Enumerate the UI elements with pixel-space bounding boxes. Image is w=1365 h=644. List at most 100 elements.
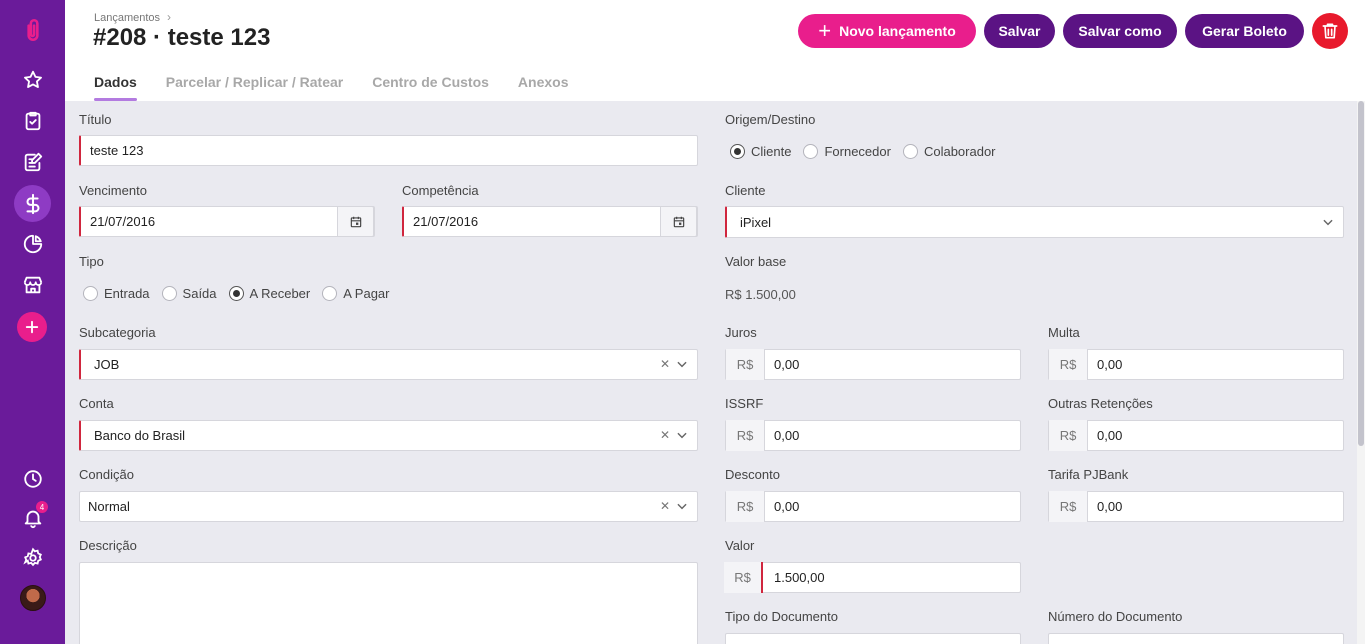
- valor-label: Valor: [725, 538, 755, 553]
- calendar-icon: [673, 216, 684, 227]
- gear-icon[interactable]: [14, 539, 51, 576]
- tab-dados[interactable]: Dados: [94, 74, 137, 101]
- tipo-documento-label: Tipo do Documento: [725, 609, 838, 624]
- tipo-a-receber-radio[interactable]: A Receber: [228, 286, 310, 301]
- outras-retencoes-value: 0,00: [1097, 428, 1123, 443]
- desconto-label: Desconto: [725, 467, 780, 482]
- tab-centro-de-custos[interactable]: Centro de Custos: [372, 74, 489, 101]
- issrf-label: ISSRF: [725, 396, 764, 411]
- currency-prefix: R$: [726, 420, 765, 451]
- titulo-label: Título: [79, 112, 112, 127]
- issrf-value: 0,00: [774, 428, 800, 443]
- subcategoria-label: Subcategoria: [79, 325, 156, 340]
- numero-documento-label: Número do Documento: [1048, 609, 1183, 624]
- bell-icon[interactable]: 4: [14, 499, 51, 536]
- origem-colaborador-radio[interactable]: Colaborador: [902, 144, 996, 159]
- multa-value: 0,00: [1097, 357, 1123, 372]
- conta-value: Banco do Brasil: [94, 428, 186, 443]
- tab-parcelar[interactable]: Parcelar / Replicar / Ratear: [166, 74, 343, 101]
- vencimento-input[interactable]: 21/07/2016: [79, 206, 375, 237]
- condicao-select[interactable]: Normal ✕: [79, 491, 698, 522]
- chevron-down-icon[interactable]: [675, 428, 689, 442]
- tarifa-pjbank-input[interactable]: R$ 0,00: [1048, 491, 1344, 522]
- currency-prefix: R$: [1049, 420, 1088, 451]
- juros-input[interactable]: R$ 0,00: [725, 349, 1021, 380]
- new-entry-button[interactable]: + Novo lançamento: [798, 14, 976, 48]
- currency-prefix: R$: [726, 491, 765, 522]
- cliente-label: Cliente: [725, 183, 766, 198]
- issrf-input[interactable]: R$ 0,00: [725, 420, 1021, 451]
- scrollbar-thumb[interactable]: [1358, 101, 1364, 446]
- delete-button[interactable]: [1312, 13, 1348, 49]
- tipo-a-pagar-radio[interactable]: A Pagar: [322, 286, 390, 301]
- tipo-label: Tipo: [79, 254, 104, 269]
- valor-value: 1.500,00: [774, 570, 825, 585]
- tipo-documento-select[interactable]: [725, 633, 1021, 644]
- paperclip-logo-icon[interactable]: [14, 11, 51, 48]
- breadcrumb: Lançamentos ›: [94, 10, 171, 24]
- origem-cliente-radio[interactable]: Cliente: [730, 144, 791, 159]
- store-icon[interactable]: [14, 266, 51, 303]
- generate-boleto-button[interactable]: Gerar Boleto: [1185, 14, 1304, 48]
- clear-icon[interactable]: ✕: [660, 499, 670, 513]
- valor-base-value: R$ 1.500,00: [725, 287, 796, 302]
- competencia-input[interactable]: 21/07/2016: [402, 206, 698, 237]
- juros-value: 0,00: [774, 357, 800, 372]
- currency-prefix: R$: [726, 349, 765, 380]
- conta-select[interactable]: Banco do Brasil ✕: [79, 420, 698, 451]
- vencimento-calendar-button[interactable]: [337, 206, 374, 237]
- titulo-input[interactable]: teste 123: [79, 135, 698, 166]
- chevron-down-icon[interactable]: [675, 357, 689, 371]
- avatar[interactable]: [20, 585, 46, 611]
- multa-label: Multa: [1048, 325, 1080, 340]
- numero-documento-input[interactable]: [1048, 633, 1344, 644]
- pie-chart-icon[interactable]: [14, 225, 51, 262]
- tipo-entrada-radio[interactable]: Entrada: [83, 286, 150, 301]
- clock-icon[interactable]: [14, 460, 51, 497]
- add-icon[interactable]: [17, 312, 47, 342]
- valor-input[interactable]: R$ 1.500,00: [724, 562, 1021, 593]
- valor-base-label: Valor base: [725, 254, 787, 269]
- descricao-textarea[interactable]: [79, 562, 698, 644]
- desconto-input[interactable]: R$ 0,00: [725, 491, 1021, 522]
- currency-prefix: R$: [1049, 349, 1088, 380]
- save-button[interactable]: Salvar: [984, 14, 1055, 48]
- calendar-icon: [350, 216, 361, 227]
- tipo-radio-group: Entrada Saída A Receber A Pagar: [83, 286, 402, 301]
- breadcrumb-link[interactable]: Lançamentos: [94, 12, 160, 24]
- tipo-saida-radio[interactable]: Saída: [161, 286, 217, 301]
- dollar-icon[interactable]: [14, 185, 51, 222]
- desconto-value: 0,00: [774, 499, 800, 514]
- juros-label: Juros: [725, 325, 757, 340]
- scrollbar[interactable]: [1357, 101, 1365, 644]
- clear-icon[interactable]: ✕: [660, 428, 670, 442]
- competencia-label: Competência: [402, 183, 479, 198]
- cliente-select[interactable]: iPixel: [725, 206, 1344, 238]
- currency-prefix: R$: [1049, 491, 1088, 522]
- competencia-value: 21/07/2016: [413, 214, 479, 229]
- chevron-down-icon[interactable]: [1321, 215, 1335, 229]
- tab-anexos[interactable]: Anexos: [518, 74, 569, 101]
- header-actions: + Novo lançamento Salvar Salvar como Ger…: [790, 13, 1348, 49]
- clipboard-check-icon[interactable]: [14, 102, 51, 139]
- chevron-down-icon[interactable]: [675, 499, 689, 513]
- tarifa-pjbank-value: 0,00: [1097, 499, 1123, 514]
- conta-label: Conta: [79, 396, 114, 411]
- outras-retencoes-input[interactable]: R$ 0,00: [1048, 420, 1344, 451]
- subcategoria-value: JOB: [94, 357, 120, 372]
- competencia-calendar-button[interactable]: [660, 206, 697, 237]
- subcategoria-select[interactable]: JOB ✕: [79, 349, 698, 380]
- form-area: Título teste 123 Vencimento 21/07/2016 C…: [65, 101, 1357, 644]
- star-icon[interactable]: [14, 61, 51, 98]
- currency-prefix: R$: [724, 562, 763, 593]
- clear-icon[interactable]: ✕: [660, 357, 670, 371]
- condicao-label: Condição: [79, 467, 134, 482]
- edit-document-icon[interactable]: [14, 143, 51, 180]
- page-header: Lançamentos › #208 · teste 123 + Novo lan…: [65, 0, 1365, 101]
- save-as-button[interactable]: Salvar como: [1063, 14, 1177, 48]
- sidebar: 4: [0, 0, 65, 644]
- multa-input[interactable]: R$ 0,00: [1048, 349, 1344, 380]
- origem-fornecedor-radio[interactable]: Fornecedor: [803, 144, 891, 159]
- outras-retencoes-label: Outras Retenções: [1048, 396, 1153, 411]
- origem-radio-group: Cliente Fornecedor Colaborador: [730, 144, 1008, 159]
